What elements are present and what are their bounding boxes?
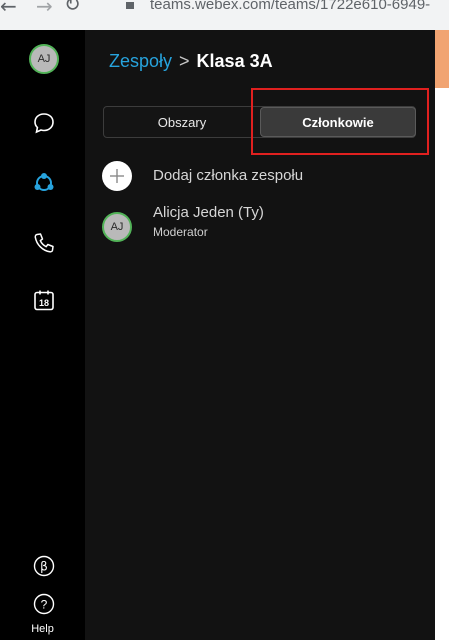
member-role: Moderator	[153, 225, 208, 239]
beta-icon[interactable]: β	[30, 552, 58, 580]
tab-areas[interactable]: Obszary	[104, 107, 260, 137]
help-label[interactable]: Help	[0, 623, 85, 635]
phone-icon[interactable]	[30, 229, 58, 257]
page-title: Klasa 3A	[196, 51, 273, 71]
chat-icon[interactable]	[30, 109, 58, 137]
user-avatar[interactable]: AJ	[29, 44, 59, 74]
team-panel: Zespoły > Klasa 3A Obszary Członkowie Do…	[85, 30, 435, 640]
add-member-label[interactable]: Dodaj członka zespołu	[153, 167, 303, 184]
list-item[interactable]: AJ Alicja Jeden (Ty) Moderator	[102, 204, 264, 242]
svg-text:?: ?	[41, 598, 48, 612]
secure-lock-icon	[126, 2, 134, 9]
avatar: AJ	[102, 212, 132, 242]
left-rail: AJ 18 β ? Help	[0, 30, 85, 640]
add-member-row[interactable]: Dodaj członka zespołu	[102, 161, 303, 191]
calendar-icon[interactable]: 18	[30, 286, 58, 314]
back-arrow-icon[interactable]: ←	[0, 0, 17, 18]
browser-address-bar: ← → ↻ teams.webex.com/teams/1722e610-694…	[0, 0, 449, 30]
right-edge-strip	[435, 30, 449, 640]
svg-text:β: β	[40, 560, 48, 574]
forward-arrow-icon[interactable]: →	[36, 0, 53, 18]
webex-app: AJ 18 β ? Help Zespoły > Klasa 3A Obszar…	[0, 30, 435, 640]
breadcrumb-separator: >	[179, 51, 190, 71]
plus-icon[interactable]	[102, 161, 132, 191]
help-icon[interactable]: ?	[30, 590, 58, 618]
accent-strip	[435, 30, 449, 88]
highlight-annotation	[251, 88, 429, 155]
reload-icon[interactable]: ↻	[64, 0, 81, 16]
member-name: Alicja Jeden (Ty)	[153, 204, 264, 221]
breadcrumb-teams-link[interactable]: Zespoły	[109, 51, 172, 72]
url-text[interactable]: teams.webex.com/teams/1722e610-6949-	[150, 0, 430, 13]
teams-icon[interactable]	[30, 169, 58, 197]
calendar-day: 18	[39, 298, 49, 308]
breadcrumb: Zespoły > Klasa 3A	[109, 51, 273, 72]
